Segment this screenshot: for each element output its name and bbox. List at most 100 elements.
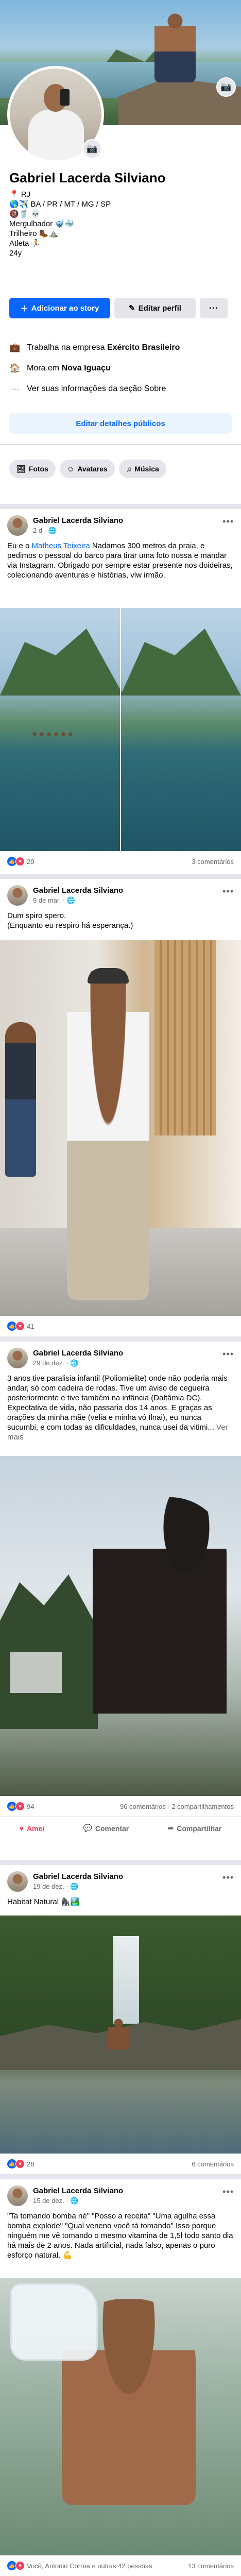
- post-author[interactable]: Gabriel Lacerda Silviano: [33, 1872, 123, 1881]
- avatars-icon: ☺: [66, 465, 75, 473]
- post-more-icon[interactable]: •••: [222, 516, 234, 527]
- post-avatar[interactable]: [7, 1871, 28, 1892]
- post-header: Gabriel Lacerda Silviano 9 de mar. · 🌐 •…: [0, 879, 241, 911]
- love-reaction-icon: ♥: [15, 857, 25, 866]
- post-text: Eu e o Matheus Teixeira Nadamos 300 metr…: [0, 541, 241, 608]
- home-prefix: Mora em: [27, 364, 62, 372]
- photo-cap: [88, 968, 129, 984]
- more-options-button[interactable]: ···: [200, 298, 228, 318]
- love-reaction-icon: ♥: [15, 1802, 25, 1811]
- edit-public-details-button[interactable]: Editar detalhes públicos: [9, 413, 232, 434]
- photo-silhouette: [93, 1497, 227, 1714]
- bio-line: 🌎✈️ BA / PR / MT / MG / SP: [9, 200, 111, 209]
- bio-line: 📍 RJ: [9, 190, 31, 199]
- post-time[interactable]: 15 de dez. · 🌐: [33, 2197, 78, 2205]
- post-stats: 👍 ♥ 41: [0, 1316, 241, 1336]
- post-text-line: (Enquanto eu respiro há esperança.): [7, 921, 133, 930]
- reaction-count: 41: [27, 1322, 35, 1330]
- post-time[interactable]: 2 d · 🌐: [33, 527, 57, 535]
- post-stats: 👍 ♥ 94 96 comentários · 2 compartilhamen…: [0, 1796, 241, 1817]
- reaction-names: Você, Antonio Correa e outras 42 pessoas: [27, 2562, 152, 2570]
- love-button[interactable]: ♥ Amei: [20, 1824, 45, 1833]
- post-header: Gabriel Lacerda Silviano 15 de dez. · 🌐 …: [0, 2179, 241, 2211]
- more-label: ···: [209, 302, 218, 313]
- photo-swimmers: [31, 732, 72, 737]
- reaction-summary[interactable]: 👍 ♥ Você, Antonio Correa e outras 42 pes…: [7, 2561, 152, 2570]
- cover-person: [154, 10, 196, 82]
- reaction-summary[interactable]: 👍 ♥ 41: [7, 1321, 34, 1331]
- comment-count[interactable]: 6 comentários: [192, 2160, 234, 2168]
- reaction-summary[interactable]: 👍 ♥ 29: [7, 857, 34, 866]
- home-info: 🏠 Mora em Nova Iguaçu: [9, 358, 232, 379]
- post-avatar[interactable]: [7, 1348, 28, 1368]
- comment-share-count[interactable]: 96 comentários · 2 compartilhamentos: [120, 1803, 234, 1810]
- post-more-icon[interactable]: •••: [222, 1349, 234, 1360]
- post-photo[interactable]: [0, 1916, 241, 2154]
- post-photo[interactable]: [0, 2278, 241, 2555]
- love-reaction-icon: ♥: [15, 1321, 25, 1331]
- bio-line: Trilheiro 🥾⛰️: [9, 229, 59, 238]
- share-label: Compartilhar: [177, 1824, 222, 1833]
- post-card: Gabriel Lacerda Silviano 19 de dez. · 🌐 …: [0, 1865, 241, 2174]
- chip-photos[interactable]: 🖼 Fotos: [9, 460, 56, 478]
- post-stats: 👍 ♥ 28 6 comentários: [0, 2154, 241, 2174]
- chip-music[interactable]: ♫ Música: [118, 460, 166, 478]
- about-link[interactable]: ··· Ver suas informações da seção Sobre: [9, 379, 232, 399]
- reaction-summary[interactable]: 👍 ♥ 94: [7, 1802, 34, 1811]
- comment-icon: 💬: [83, 1824, 92, 1832]
- post-avatar[interactable]: [7, 885, 28, 906]
- post-more-icon[interactable]: •••: [222, 2187, 234, 2197]
- chip-label: Música: [134, 465, 159, 473]
- add-story-button[interactable]: ＋ Adicionar ao story: [9, 298, 110, 318]
- comment-button[interactable]: 💬 Comentar: [83, 1824, 129, 1833]
- post-more-icon[interactable]: •••: [222, 886, 234, 897]
- photo-house: [10, 1652, 62, 1693]
- photo-door: [154, 940, 216, 1136]
- reaction-summary[interactable]: 👍 ♥ 28: [7, 2159, 34, 2168]
- profile-info: 💼 Trabalha na empresa Exército Brasileir…: [9, 337, 232, 399]
- post-author[interactable]: Gabriel Lacerda Silviano: [33, 2187, 123, 2195]
- work-info: 💼 Trabalha na empresa Exército Brasileir…: [9, 337, 232, 358]
- reaction-count: 94: [27, 1802, 35, 1810]
- home-text: Mora em Nova Iguaçu: [27, 364, 111, 373]
- post-avatar[interactable]: [7, 2185, 28, 2206]
- post-avatar[interactable]: [7, 515, 28, 536]
- add-story-label: Adicionar ao story: [31, 303, 99, 313]
- chip-avatars[interactable]: ☺ Avatares: [59, 460, 115, 478]
- post-text: Habitat Natural 🦍🏞️: [7, 1897, 80, 1906]
- post-text-part: 3 anos tive paralisia infantil (Poliomie…: [7, 1374, 228, 1432]
- post-photo[interactable]: [0, 940, 241, 1316]
- comment-count[interactable]: 3 comentários: [192, 858, 234, 866]
- post-text-line: Dum spiro spero.: [7, 911, 66, 920]
- bio-line: Mergulhador 🤿🐳: [9, 219, 74, 228]
- photo-hill: [120, 629, 241, 696]
- post-photo[interactable]: [0, 608, 241, 851]
- music-icon: ♫: [126, 465, 132, 473]
- heart-icon: ♥: [19, 1824, 24, 1833]
- post-author[interactable]: Gabriel Lacerda Silviano: [33, 516, 123, 525]
- post-photo[interactable]: [0, 1456, 241, 1796]
- home-icon: 🏠: [9, 363, 21, 373]
- share-button[interactable]: ➦ Compartilhar: [168, 1824, 222, 1833]
- post-author[interactable]: Gabriel Lacerda Silviano: [33, 1349, 123, 1358]
- post-time[interactable]: 19 de dez. · 🌐: [33, 1883, 78, 1891]
- post-mention[interactable]: Matheus Teixeira: [32, 541, 90, 550]
- post-card: Gabriel Lacerda Silviano 15 de dez. · 🌐 …: [0, 2179, 241, 2576]
- bio-line: Atleta 🏃: [9, 239, 41, 248]
- post-more-icon[interactable]: •••: [222, 1872, 234, 1883]
- post-time[interactable]: 29 de dez. · 🌐: [33, 1359, 78, 1367]
- edit-cover-camera-icon[interactable]: 📷: [216, 77, 236, 97]
- edit-avatar-camera-icon[interactable]: 📷: [82, 139, 102, 159]
- post-header: Gabriel Lacerda Silviano 2 d · 🌐 •••: [0, 509, 241, 541]
- edit-profile-label: Editar perfil: [138, 303, 181, 313]
- about-text: Ver suas informações da seção Sobre: [27, 384, 166, 393]
- love-label: Amei: [26, 1824, 45, 1833]
- post-author[interactable]: Gabriel Lacerda Silviano: [33, 886, 123, 895]
- edit-profile-button[interactable]: ✎ Editar perfil: [114, 298, 196, 318]
- comment-count[interactable]: 13 comentários: [188, 2562, 234, 2570]
- home-city[interactable]: Nova Iguaçu: [62, 364, 111, 372]
- post-card: Gabriel Lacerda Silviano 2 d · 🌐 ••• Eu …: [0, 509, 241, 874]
- more-dots-icon: ···: [10, 384, 20, 394]
- work-company[interactable]: Exército Brasileiro: [107, 343, 180, 352]
- post-time[interactable]: 9 de mar. · 🌐: [33, 896, 75, 905]
